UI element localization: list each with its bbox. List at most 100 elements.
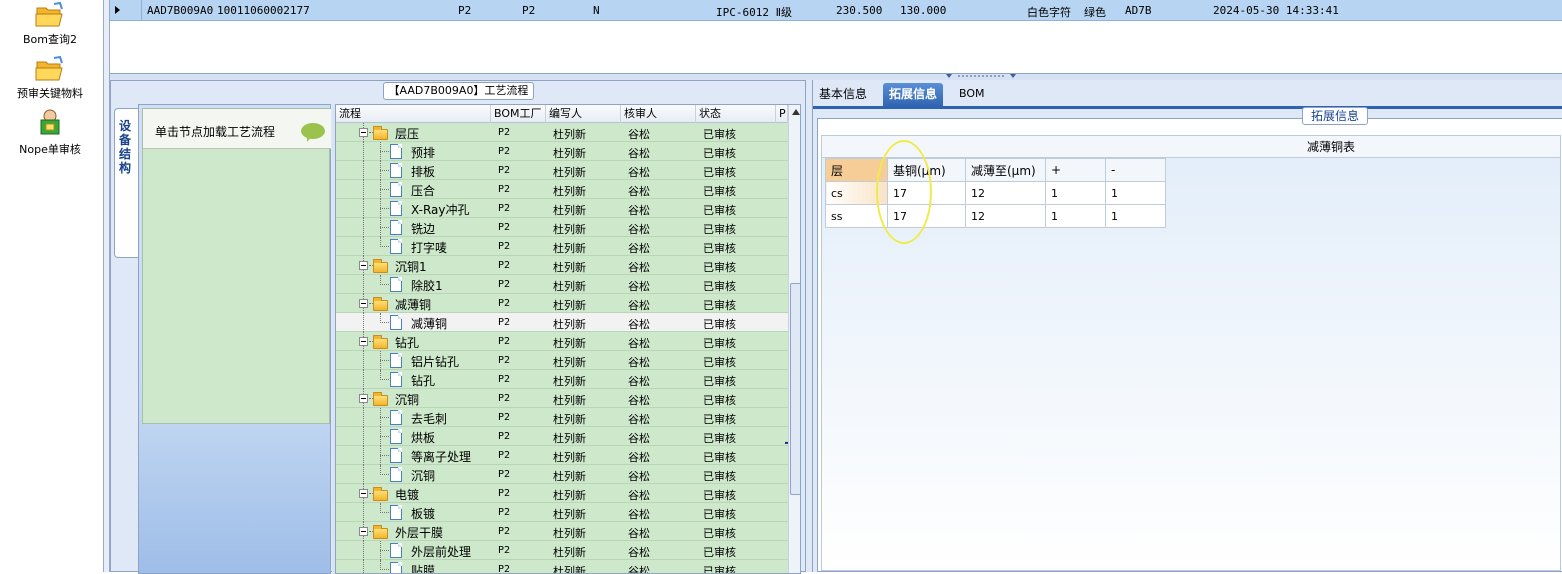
tab-bom[interactable]: BOM (953, 83, 991, 107)
cell-status: 已审核 (703, 185, 736, 198)
node-label: 铝片钻孔 (411, 355, 460, 369)
column-header-status[interactable]: 状态 (696, 105, 776, 123)
cell-status: 已审核 (703, 527, 736, 540)
tree-row[interactable]: 铣边 P2 杜列新 谷松 已审核 (336, 218, 788, 237)
folder-icon (373, 392, 388, 406)
tree-row[interactable]: 排板 P2 杜列新 谷松 已审核 (336, 161, 788, 180)
top-data-grid: AAD7B009A0 10011060002177 P2 P2 N IPC-60… (110, 0, 1562, 74)
nav-item-preaudit-materials[interactable]: 预审关键物料 (0, 55, 100, 101)
collapse-icon[interactable] (359, 299, 368, 308)
cell-short-code: AD7B (1125, 4, 1152, 17)
tree-row[interactable]: 减薄铜 P2 杜列新 谷松 已审核 (336, 294, 788, 313)
tree-connector (363, 199, 364, 218)
tree-row[interactable]: 去毛刺 P2 杜列新 谷松 已审核 (336, 408, 788, 427)
cell-thin-to[interactable]: 12 (965, 181, 1046, 205)
tree-row[interactable]: 电镀 P2 杜列新 谷松 已审核 (336, 484, 788, 503)
folder-icon (373, 525, 388, 539)
node-label: 等离子处理 (411, 450, 472, 464)
tab-basic-info[interactable]: 基本信息 (813, 83, 873, 107)
tree-row[interactable]: 压合 P2 杜列新 谷松 已审核 (336, 180, 788, 199)
cell-status: 已审核 (703, 166, 736, 179)
tree-row[interactable]: 沉铜1 P2 杜列新 谷松 已审核 (336, 256, 788, 275)
cell-writer: 杜列新 (553, 394, 586, 407)
document-icon (390, 372, 402, 387)
tree-row[interactable]: 层压 P2 杜列新 谷松 已审核 (336, 123, 788, 142)
column-header-bom[interactable]: BOM工厂 (491, 105, 546, 123)
cell-number: 10011060002177 (217, 4, 310, 17)
tree-connector (363, 503, 364, 522)
cell-status: 已审核 (703, 432, 736, 445)
tree-row[interactable]: 等离子处理 P2 杜列新 谷松 已审核 (336, 446, 788, 465)
cell-reviewer: 谷松 (628, 280, 650, 293)
document-icon (390, 239, 402, 254)
cell-minus[interactable]: 1 (1105, 204, 1166, 228)
cell-c3: N (593, 4, 600, 17)
tree-row[interactable]: 预排 P2 杜列新 谷松 已审核 (336, 142, 788, 161)
tree-connector (363, 351, 364, 370)
tree-row[interactable]: 铝片钻孔 P2 杜列新 谷松 已审核 (336, 351, 788, 370)
cell-writer: 杜列新 (553, 470, 586, 483)
tree-row[interactable]: 除胶1 P2 杜列新 谷松 已审核 (336, 275, 788, 294)
cell-thin-to[interactable]: 12 (965, 204, 1046, 228)
collapse-icon[interactable] (359, 489, 368, 498)
column-header-writer[interactable]: 编写人 (546, 105, 621, 123)
column-header-flow[interactable]: 流程 (336, 105, 491, 123)
tab-device-structure[interactable]: 设备结构 (114, 108, 138, 258)
cell-writer: 杜列新 (553, 337, 586, 350)
column-header-thin-to[interactable]: 减薄至(μm) (965, 158, 1046, 182)
nav-item-nope-audit[interactable]: Nope单审核 (0, 108, 100, 157)
tree-row[interactable]: 烘板 P2 杜列新 谷松 已审核 (336, 427, 788, 446)
tree-connector (380, 227, 389, 228)
tree-row[interactable]: X-Ray冲孔 P2 杜列新 谷松 已审核 (336, 199, 788, 218)
cell-plus[interactable]: 1 (1045, 181, 1106, 205)
tab-extended-info[interactable]: 拓展信息 (883, 83, 944, 107)
collapse-icon[interactable] (359, 394, 368, 403)
cell-status: 已审核 (703, 242, 736, 255)
cell-reviewer: 谷松 (628, 470, 650, 483)
scroll-thumb[interactable] (790, 283, 800, 495)
scroll-up-icon[interactable] (792, 109, 800, 115)
table-row-selected[interactable]: AAD7B009A0 10011060002177 P2 P2 N IPC-60… (110, 0, 1562, 21)
cell-status: 已审核 (703, 128, 736, 141)
cell-mask-color: 绿色 (1084, 6, 1106, 19)
node-label: 贴膜 (411, 564, 436, 574)
cell-minus[interactable]: 1 (1105, 181, 1166, 205)
tree-row[interactable]: 板镀 P2 杜列新 谷松 已审核 (336, 503, 788, 522)
cell-writer: 杜列新 (553, 527, 586, 540)
collapse-icon[interactable] (359, 337, 368, 346)
cell-status: 已审核 (703, 375, 736, 388)
column-header-plus[interactable]: + (1045, 158, 1106, 182)
row-selector-icon (110, 0, 142, 21)
collapse-icon[interactable] (359, 128, 368, 137)
cell-reviewer: 谷松 (628, 565, 650, 574)
tree-row[interactable]: 沉铜 P2 杜列新 谷松 已审核 (336, 465, 788, 484)
tree-row[interactable]: 外层前处理 P2 杜列新 谷松 已审核 (336, 541, 788, 560)
document-icon (390, 163, 402, 178)
column-header-p[interactable]: P (776, 105, 788, 123)
vertical-scrollbar[interactable] (788, 105, 800, 573)
device-tree[interactable]: 单击节点加载工艺流程 (142, 108, 331, 424)
tree-row[interactable]: 减薄铜 P2 杜列新 谷松 已审核 (336, 313, 788, 332)
tree-row[interactable]: 打字唛 P2 杜列新 谷松 已审核 (336, 237, 788, 256)
folder-open-icon (35, 55, 63, 81)
cell-v2: 130.000 (900, 4, 947, 17)
node-label: 板镀 (411, 507, 436, 521)
folder-icon (373, 335, 388, 349)
collapse-icon[interactable] (359, 261, 368, 270)
cell-status: 已审核 (703, 508, 736, 521)
column-header-minus[interactable]: - (1105, 158, 1166, 182)
column-header-reviewer[interactable]: 核审人 (621, 105, 696, 123)
tree-row[interactable]: 钻孔 P2 杜列新 谷松 已审核 (336, 332, 788, 351)
nav-item-bom-query[interactable]: Bom查询2 (0, 1, 100, 47)
tree-row[interactable]: 外层干膜 P2 杜列新 谷松 已审核 (336, 522, 788, 541)
cell-writer: 杜列新 (553, 128, 586, 141)
collapse-icon[interactable] (359, 527, 368, 536)
cell-plus[interactable]: 1 (1045, 204, 1106, 228)
document-icon (390, 505, 402, 520)
tree-row[interactable]: 沉铜 P2 杜列新 谷松 已审核 (336, 389, 788, 408)
tree-row[interactable]: 钻孔 P2 杜列新 谷松 已审核 (336, 370, 788, 389)
cell-writer: 杜列新 (553, 166, 586, 179)
cell-bom: P2 (498, 412, 511, 423)
cell-writer: 杜列新 (553, 546, 586, 559)
cell-reviewer: 谷松 (628, 318, 650, 331)
